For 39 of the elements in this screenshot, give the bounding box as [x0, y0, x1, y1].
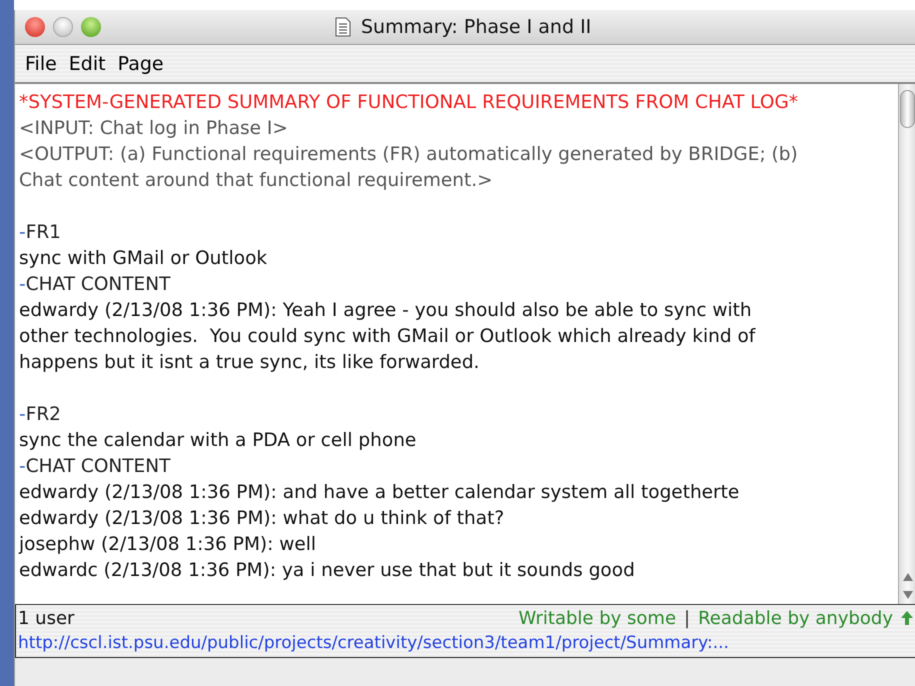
- dash-mark: -: [19, 404, 26, 425]
- zoom-button[interactable]: [81, 17, 101, 37]
- write-permission: Writable by some: [518, 608, 676, 628]
- scroll-down-icon[interactable]: [902, 590, 914, 600]
- section-label: FR2: [26, 404, 61, 425]
- dash-mark: -: [19, 222, 26, 243]
- up-arrow-icon: [901, 611, 913, 625]
- meta-line: Chat content around that functional requirement.>: [19, 169, 493, 193]
- read-permission: Readable by anybody: [698, 608, 893, 628]
- meta-line: <OUTPUT: (a) Functional requirements (FR) automatically generated by BRIDGE; (b): [19, 143, 798, 167]
- document-icon: [335, 17, 351, 37]
- text-line: josephw (2/13/08 1:36 PM): well: [19, 533, 316, 557]
- minimize-button[interactable]: [53, 17, 73, 37]
- dash-mark: -: [19, 456, 26, 477]
- user-count: 1 user: [18, 608, 74, 628]
- meta-line: <INPUT: Chat log in Phase I>: [19, 117, 288, 141]
- separator: |: [684, 608, 690, 628]
- dash-mark: -: [19, 274, 26, 295]
- scrollbar[interactable]: [898, 84, 915, 604]
- text-line: edwardy (2/13/08 1:36 PM): Yeah I agree - you should also be able to sync with: [19, 299, 752, 323]
- menu-item[interactable]: Page: [118, 52, 164, 74]
- close-button[interactable]: [25, 17, 45, 37]
- menu-item[interactable]: Edit: [68, 52, 106, 74]
- text-line: edwardy (2/13/08 1:36 PM): and have a better calendar system all togetherte: [19, 481, 740, 505]
- text-line: happens but it isnt a true sync, its like forwarded.: [19, 351, 480, 375]
- text-line: other technologies. You could sync with GMail or Outlook which already kind of: [19, 325, 756, 349]
- text-line: sync with GMail or Outlook: [19, 247, 268, 271]
- menu-item[interactable]: File: [25, 52, 57, 74]
- scroll-up-icon[interactable]: [902, 572, 914, 582]
- window-title: Summary: Phase I and II: [361, 16, 592, 38]
- text-line: edwardc (2/13/08 1:36 PM): ya i never use that but it sounds good: [19, 559, 635, 583]
- text-line: edwardy (2/13/08 1:36 PM): what do u think of that?: [19, 507, 504, 531]
- page-url-link[interactable]: http://cscl.ist.psu.edu/public/projects/creativity/section3/team1/project/Summary:...: [16, 631, 915, 657]
- summary-heading: *SYSTEM-GENERATED SUMMARY OF FUNCTIONAL REQUIREMENTS FROM CHAT LOG*: [19, 91, 798, 115]
- section-label: CHAT CONTENT: [26, 274, 170, 295]
- scroll-thumb[interactable]: [900, 90, 915, 128]
- section-label: CHAT CONTENT: [26, 456, 170, 477]
- section-label: FR1: [26, 222, 61, 243]
- text-line: sync the calendar with a PDA or cell phone: [19, 429, 416, 453]
